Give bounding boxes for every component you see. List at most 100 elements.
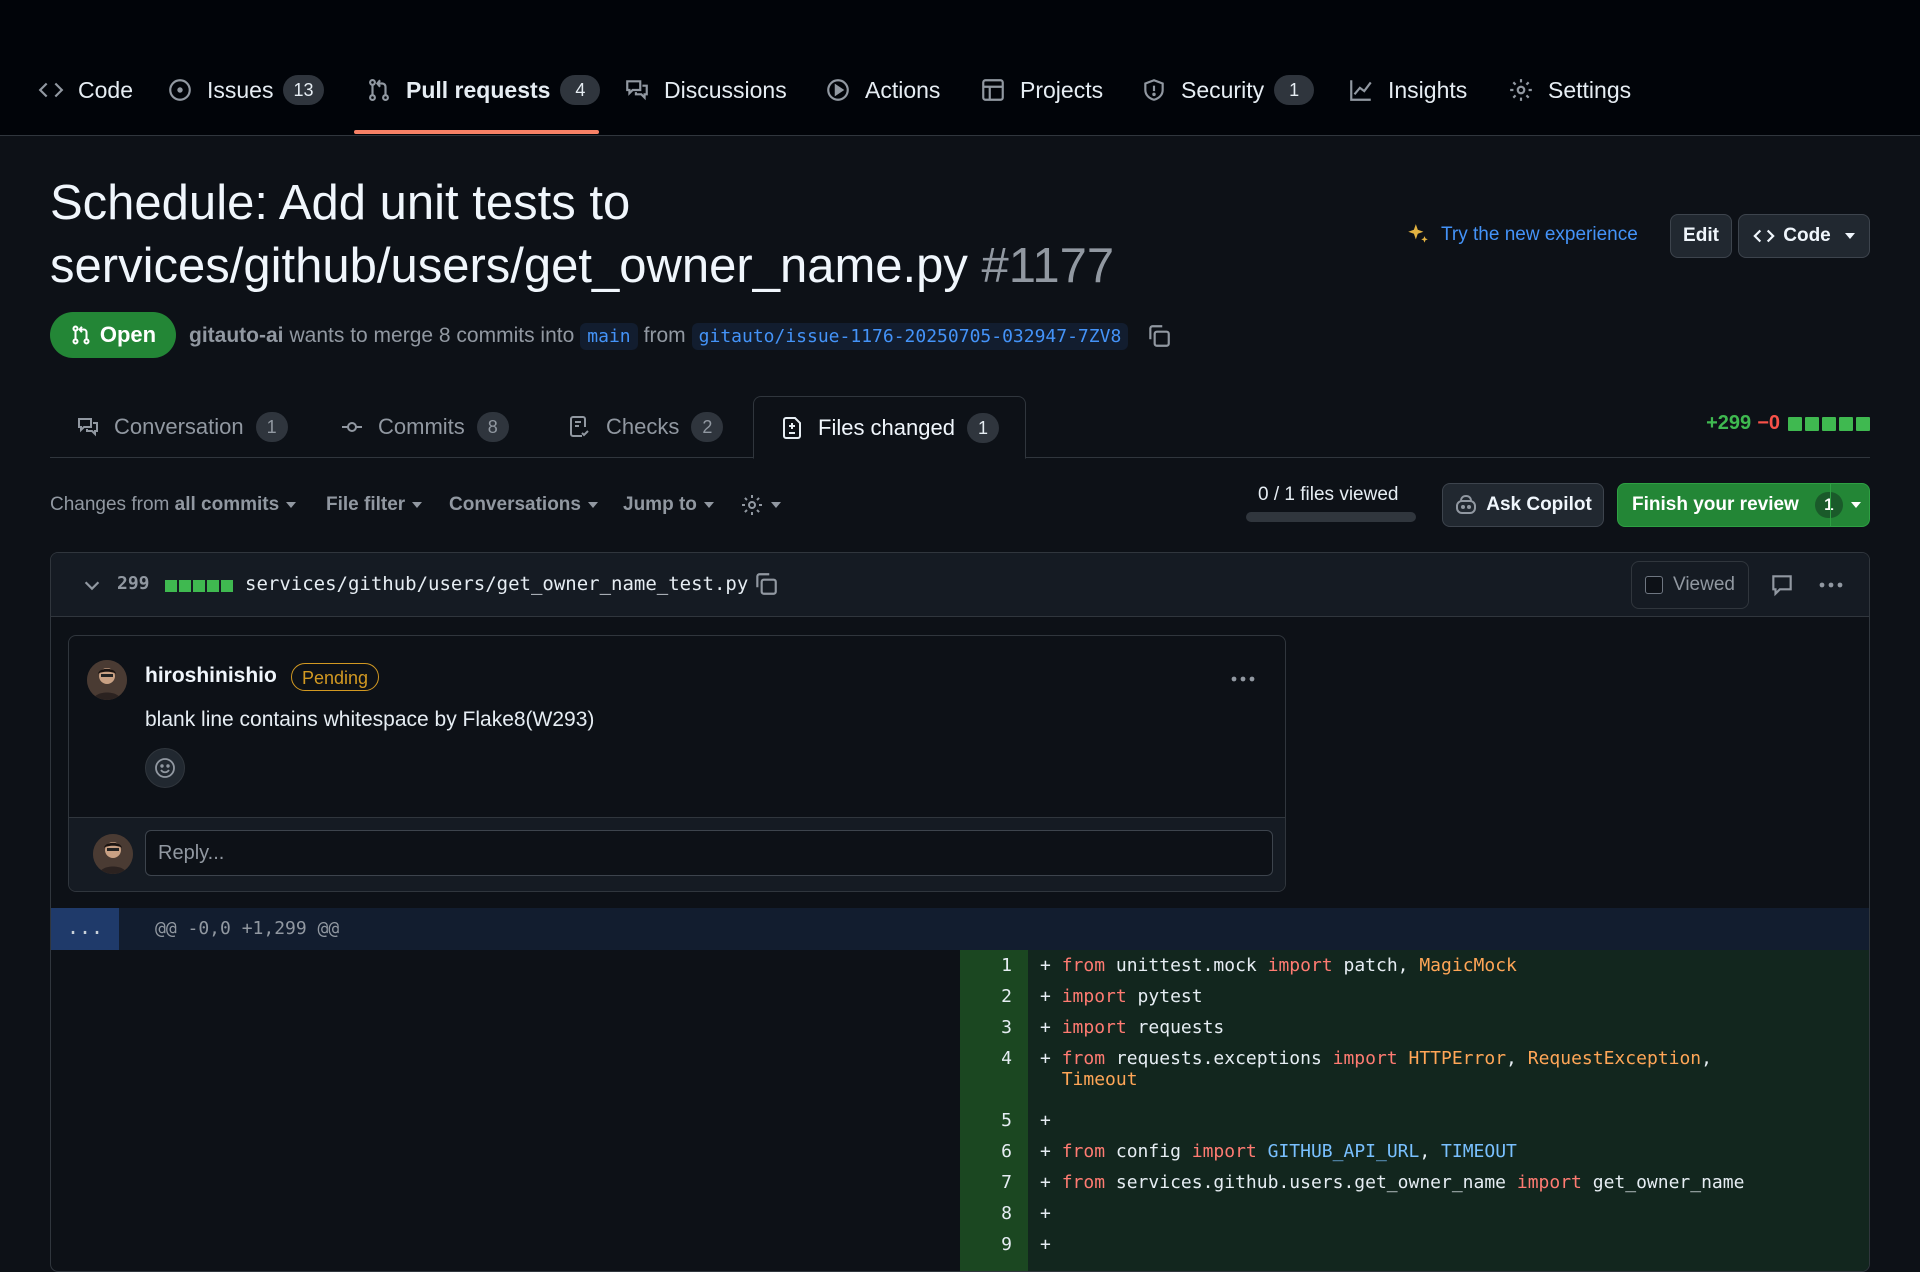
repo-nav: Code Issues 13 Pull requests 4 Discussio… <box>0 48 1920 136</box>
review-comment-thread: hiroshinishio Pending blank line contain… <box>68 635 1286 892</box>
file-path[interactable]: services/github/users/get_owner_name_tes… <box>245 573 748 595</box>
diffstat-block <box>1822 416 1836 431</box>
edit-button[interactable]: Edit <box>1670 214 1732 258</box>
nav-tab-pull-requests[interactable]: Pull requests 4 <box>366 68 601 112</box>
code-icon <box>1753 225 1775 247</box>
file-diff-icon <box>780 416 804 440</box>
line-code: + import requests <box>1040 1017 1225 1038</box>
nav-tab-security[interactable]: Security 1 <box>1141 68 1315 112</box>
viewed-checkbox[interactable]: Viewed <box>1631 561 1749 609</box>
nav-tab-insights[interactable]: Insights <box>1348 68 1467 112</box>
reply-input[interactable] <box>145 830 1273 876</box>
diff-line[interactable]: 2 + import pytest <box>960 981 1869 1012</box>
diff-line[interactable]: 1 + from unittest.mock import patch, Magi… <box>960 950 1869 981</box>
head-branch[interactable]: gitauto/issue-1176-20250705-032947-7ZV8 <box>691 322 1129 350</box>
line-code: + <box>1040 1110 1051 1131</box>
base-branch[interactable]: main <box>580 322 638 350</box>
checkbox[interactable] <box>1645 576 1663 594</box>
global-header <box>0 0 1920 48</box>
chevron-down-icon[interactable] <box>81 574 103 596</box>
hunk-header: ... @@ -0,0 +1,299 @@ <box>51 908 1869 950</box>
line-number: 6 <box>1001 1141 1012 1162</box>
add-reaction-button[interactable] <box>145 748 185 788</box>
jump-to-label: Jump to <box>623 494 697 515</box>
line-number: 9 <box>1001 1234 1012 1255</box>
tab-conversation[interactable]: Conversation 1 <box>50 396 314 458</box>
finish-review-label: Finish your review <box>1632 494 1799 515</box>
ask-copilot-button[interactable]: Ask Copilot <box>1442 483 1604 527</box>
security-count: 1 <box>1274 75 1315 105</box>
changes-from-value: all commits <box>174 494 280 515</box>
checklist-icon <box>568 415 592 439</box>
avatar[interactable] <box>87 660 127 700</box>
file-change-count: 299 <box>117 573 150 594</box>
diffstat-block <box>1856 416 1870 431</box>
tab-files-changed[interactable]: Files changed 1 <box>753 396 1026 459</box>
tab-commits[interactable]: Commits 8 <box>314 396 535 458</box>
tab-checks[interactable]: Checks 2 <box>542 396 749 458</box>
diffstat-block <box>207 580 219 592</box>
jump-to-dropdown[interactable]: Jump to <box>623 490 714 520</box>
kebab-menu-icon[interactable] <box>1817 572 1845 598</box>
diff-line[interactable]: 7 + from services.github.users.get_owner_… <box>960 1167 1869 1198</box>
diff-line[interactable]: 3 + import requests <box>960 1012 1869 1043</box>
tab-count: 1 <box>255 412 288 442</box>
line-code: + from config import GITHUB_API_URL, TIM… <box>1040 1141 1517 1162</box>
nav-tab-settings[interactable]: Settings <box>1508 68 1631 112</box>
line-code: + import pytest <box>1040 986 1203 1007</box>
pending-badge: Pending <box>291 663 380 691</box>
diff-line[interactable]: 6 + from config import GITHUB_API_URL, TI… <box>960 1136 1869 1167</box>
pull-request-icon <box>70 324 92 346</box>
line-code: + <box>1040 1234 1051 1255</box>
code-button-label: Code <box>1783 225 1831 246</box>
comment-author[interactable]: hiroshinishio <box>145 664 277 688</box>
viewed-label: Viewed <box>1673 574 1735 595</box>
nav-tab-discussions[interactable]: Discussions <box>624 68 787 112</box>
diff-line[interactable]: 4 + from requests.exceptions import HTTPE… <box>960 1043 1869 1105</box>
finish-review-button[interactable]: Finish your review 1 <box>1617 483 1870 527</box>
diff-line[interactable]: 8 + <box>960 1198 1869 1229</box>
try-new-experience-link[interactable]: Try the new experience <box>1405 222 1638 248</box>
chevron-down-icon[interactable] <box>1851 502 1861 508</box>
nav-tab-issues[interactable]: Issues 13 <box>167 68 324 112</box>
tab-count: 8 <box>476 412 509 442</box>
tab-label: Files changed <box>818 414 955 440</box>
conversations-label: Conversations <box>449 494 581 515</box>
diffstat-block <box>1805 416 1819 431</box>
line-number: 4 <box>1001 1048 1012 1069</box>
pr-author-link[interactable]: gitauto-ai <box>189 324 284 348</box>
diff-line[interactable]: 9 + <box>960 1229 1869 1260</box>
diff-settings-dropdown[interactable] <box>740 490 781 520</box>
chevron-down-icon <box>587 502 598 508</box>
copy-icon[interactable] <box>753 571 779 597</box>
conversations-dropdown[interactable]: Conversations <box>449 490 598 520</box>
diffstat-block <box>165 580 177 592</box>
expand-hunk-button[interactable]: ... <box>51 908 119 950</box>
pr-meta: gitauto-ai wants to merge 8 commits into… <box>189 316 1172 356</box>
changes-from-prefix: Changes from <box>50 494 170 515</box>
line-number: 8 <box>1001 1203 1012 1224</box>
diff-line[interactable]: 5 + <box>960 1105 1869 1136</box>
file-filter-dropdown[interactable]: File filter <box>326 490 423 520</box>
comment-body: blank line contains whitespace by Flake8… <box>145 708 595 731</box>
play-icon <box>825 77 851 103</box>
line-code: + from unittest.mock import patch, Magic… <box>1040 955 1517 976</box>
chevron-down-icon <box>703 502 714 508</box>
hunk-header-text: @@ -0,0 +1,299 @@ <box>155 918 340 939</box>
copy-icon[interactable] <box>1146 323 1172 349</box>
code-icon <box>38 77 64 103</box>
changes-from-dropdown[interactable]: Changes from all commits <box>50 490 297 520</box>
pull-request-icon <box>366 77 392 103</box>
line-code: + from services.github.users.get_owner_n… <box>1040 1172 1745 1193</box>
nav-tab-label: Actions <box>865 76 941 103</box>
ask-copilot-label: Ask Copilot <box>1486 494 1592 515</box>
nav-tab-actions[interactable]: Actions <box>825 68 940 112</box>
kebab-menu-icon[interactable] <box>1229 666 1257 692</box>
nav-tab-code[interactable]: Code <box>38 68 133 112</box>
code-dropdown-button[interactable]: Code <box>1738 214 1870 258</box>
chevron-down-icon <box>412 502 423 508</box>
line-number: 5 <box>1001 1110 1012 1131</box>
file-header: 299 services/github/users/get_owner_name… <box>51 553 1869 617</box>
nav-tab-projects[interactable]: Projects <box>980 68 1103 112</box>
comment-icon[interactable] <box>1769 572 1795 598</box>
